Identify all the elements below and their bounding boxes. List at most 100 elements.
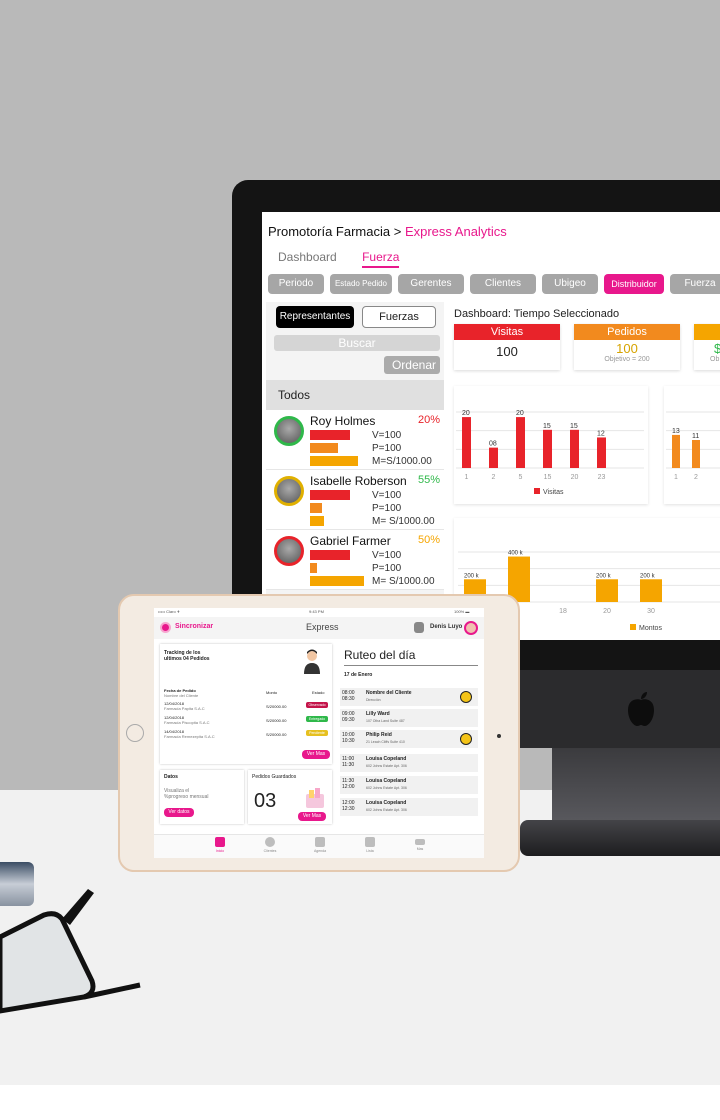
list-item[interactable]: Gabriel Farmer 50% V=100 P=100 M= S/1000… [266,530,444,590]
nav-lista[interactable]: Lista [350,837,390,853]
tick-label: 18 [559,608,567,615]
montos-bar [310,576,364,586]
kpi-visitas: Visitas 100 [454,324,560,370]
main-tabs: Dashboard Fuerza [278,250,421,268]
kpi-subtitle: Objetivo = 200 [604,356,650,363]
check-icon[interactable] [460,691,472,703]
clients-icon [265,837,275,847]
ordenar-button[interactable]: Ordenar [384,356,440,374]
ruteo-title: Ruteo del día [344,648,416,662]
list-item[interactable]: Roy Holmes 20% V=100 P=100 M=S/1000.00 [266,410,444,470]
ver-mas-button[interactable]: Ver Mas [302,750,330,759]
app-title: Promotoría Farmacia [268,224,391,239]
rep-visitas: V=100 [372,430,402,441]
check-icon[interactable] [460,733,472,745]
ruteo-date: 17 de Enero [344,672,373,678]
ver-mas-pedidos-button[interactable]: Ver Mas [298,812,326,821]
filter-gerentes[interactable]: Gerentes [398,274,464,294]
list-item[interactable]: Isabelle Roberson 55% V=100 P=100 M= S/1… [266,470,444,530]
filter-periodo[interactable]: Periodo [268,274,324,294]
route-item[interactable]: 09:00 09:30 Lilly Ward 107 Olha Land Suit… [340,709,478,727]
rep-name: Roy Holmes [310,414,376,428]
route-end: 08:30 [342,696,355,702]
page-title: Promotoría Farmacia > Express Analytics [268,224,507,239]
tick-label: 30 [647,608,655,615]
route-client: Louisa Copeland [366,756,407,762]
tracking-card: Tracking de los ultimos 04 Pedidos Fecha… [160,644,332,764]
nav-inicio[interactable]: Inicio [200,837,240,853]
tracking-title-2: ultimos 04 Pedidos [164,656,210,662]
data-label: 20 [516,410,524,417]
nav-clientes[interactable]: Clientes [250,837,290,853]
pedidos-count: 03 [254,790,277,812]
filter-ubigeo[interactable]: Ubigeo [542,274,598,294]
route-end: 11:30 [342,762,355,768]
status-badge: Pendiente [306,730,328,736]
bottom-nav: Inicio Clientes Agenda Lista Mas [154,834,484,858]
tick-label: 20 [603,608,611,615]
route-item[interactable]: 10:00 10:30 Philip Reid 21 Leach Cliffs S… [340,730,478,748]
montos-bar [310,456,358,466]
route-time: 11:30 12:00 [342,778,355,790]
rep-pedidos: P=100 [372,503,402,514]
kpi-value: 100 [496,344,518,359]
route-end: 12:30 [342,806,355,812]
nav-label: Inicio [215,849,225,853]
avatar[interactable] [464,621,478,635]
status-carrier: ••••• Claro ✈ [158,609,181,614]
route-address: 602 Johns Estate Apt. 306 [366,764,407,768]
route-item[interactable]: 11:30 12:00 Louisa Copeland 602 Johns Est… [340,776,478,794]
notification-icon[interactable] [414,622,424,633]
filter-bar: Periodo Estado Pedido Gerentes Clientes … [268,274,720,294]
filter-fuerza[interactable]: Fuerza [670,274,720,294]
sync-icon[interactable] [160,622,171,633]
nav-mas[interactable]: Mas [400,837,440,851]
status-badge: Entregado [306,716,328,722]
visitas-bar [310,490,350,500]
order-amount: S/20000.00 [266,718,287,723]
order-client: Farmacia Piscopita S.A.C [164,720,210,725]
sync-button[interactable]: Sincronizar [175,623,213,630]
data-label: 12 [597,430,605,437]
route-time: 11:00 11:30 [342,756,354,768]
route-item[interactable]: 11:00 11:30 Louisa Copeland 602 Johns Est… [340,754,478,772]
desk-edge [0,1085,720,1120]
nav-agenda[interactable]: Agenda [300,837,340,853]
bar [543,429,552,468]
data-label: 13 [672,428,680,435]
data-label: 200 k [640,573,656,579]
data-label: 15 [543,423,551,430]
bar [692,440,700,468]
rep-percent: 20% [417,414,440,426]
tab-fuerza[interactable]: Fuerza [362,250,400,268]
rep-visitas: V=100 [372,550,402,561]
pedidos-bar [310,443,338,453]
route-item[interactable]: 12:00 12:30 Louisa Copeland 602 Johns Est… [340,798,478,816]
route-client: Louisa Copeland [366,778,407,784]
filter-distribuidor[interactable]: Distribuidor [604,274,664,294]
home-button[interactable] [126,724,144,742]
representantes-button[interactable]: Representantes [276,306,354,328]
filter-clientes[interactable]: Clientes [470,274,536,294]
search-input[interactable]: Buscar [274,335,440,351]
fuerzas-button[interactable]: Fuerzas [362,306,436,328]
ipad-screen: ••••• Claro ✈ 9:43 PM 100% ▬ Sincronizar… [154,608,484,858]
visitas-chart: 20 1 08 2 20 5 15 15 15 20 12 23 Visitas [456,410,644,496]
breadcrumb-current[interactable]: Express Analytics [405,224,507,239]
filter-estado-pedido[interactable]: Estado Pedido [330,274,392,294]
delivery-person-icon [302,648,322,674]
ver-datos-button[interactable]: Ver datos [164,808,194,817]
divider [344,665,478,666]
rep-name: Gabriel Farmer [310,534,391,548]
calendar-icon [315,837,325,847]
datos-title: Datos [164,774,178,780]
tick-label: 20 [571,474,579,481]
dashboard-title: Dashboard: Tiempo Seleccionado [454,308,620,320]
kpi-label: Pedidos [574,324,680,340]
datos-description-2: %progreso mensual [164,794,209,800]
tab-dashboard[interactable]: Dashboard [278,250,337,264]
bar [640,579,662,602]
montos-bar [310,516,324,526]
visitas-chart-card: 20 1 08 2 20 5 15 15 15 20 12 23 Visitas [454,386,648,504]
route-item[interactable]: 08:00 08:30 Nombre del Cliente Dirección [340,688,478,706]
